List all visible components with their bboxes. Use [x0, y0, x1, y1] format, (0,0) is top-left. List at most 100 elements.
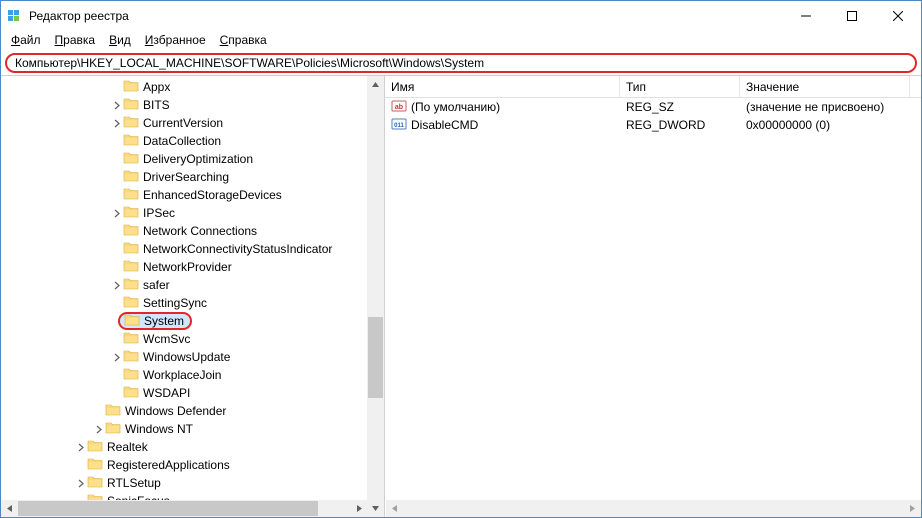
- tree-item[interactable]: IPSec: [1, 204, 367, 222]
- main-area: Appx BITS CurrentVersion DataCollection Deli…: [1, 75, 921, 517]
- tree-item[interactable]: WorkplaceJoin: [1, 366, 367, 384]
- chevron-right-icon[interactable]: [109, 278, 123, 292]
- tree-item-label: DriverSearching: [143, 170, 229, 184]
- value-name: DisableCMD: [411, 118, 478, 132]
- tree-item[interactable]: NetworkProvider: [1, 258, 367, 276]
- address-bar[interactable]: Компьютер\HKEY_LOCAL_MACHINE\SOFTWARE\Po…: [5, 53, 917, 73]
- tree-item[interactable]: Windows NT: [1, 420, 367, 438]
- chevron-right-icon[interactable]: [73, 440, 87, 454]
- tree-item-label: NetworkProvider: [143, 260, 232, 274]
- close-button[interactable]: [875, 1, 921, 31]
- value-type: REG_DWORD: [626, 118, 705, 132]
- value-data: 0x00000000 (0): [746, 118, 830, 132]
- folder-icon: [123, 240, 143, 259]
- menu-edit[interactable]: Правка: [49, 32, 102, 48]
- tree-item[interactable]: EnhancedStorageDevices: [1, 186, 367, 204]
- svg-text:011: 011: [394, 123, 404, 129]
- menu-favorites[interactable]: Избранное: [139, 32, 212, 48]
- tree-horizontal-scrollbar[interactable]: [1, 500, 368, 517]
- scroll-up-arrow-icon[interactable]: [367, 76, 384, 93]
- tree-item-label: NetworkConnectivityStatusIndicator: [143, 242, 332, 256]
- window-title: Редактор реестра: [29, 9, 129, 23]
- maximize-button[interactable]: [829, 1, 875, 31]
- tree-item[interactable]: System: [1, 312, 367, 330]
- tree-item-label: DataCollection: [143, 134, 221, 148]
- tree-item[interactable]: DriverSearching: [1, 168, 367, 186]
- scroll-thumb[interactable]: [368, 317, 383, 398]
- tree-vertical-scrollbar[interactable]: [367, 76, 384, 517]
- addressbar-container: Компьютер\HKEY_LOCAL_MACHINE\SOFTWARE\Po…: [1, 51, 921, 75]
- tree-view[interactable]: Appx BITS CurrentVersion DataCollection Deli…: [1, 76, 367, 517]
- scroll-thumb[interactable]: [18, 501, 318, 516]
- tree-item-label: RegisteredApplications: [107, 458, 230, 472]
- tree-item[interactable]: Windows Defender: [1, 402, 367, 420]
- folder-icon: [123, 204, 143, 223]
- scroll-down-arrow-icon[interactable]: [367, 500, 384, 517]
- tree-item[interactable]: RegisteredApplications: [1, 456, 367, 474]
- chevron-right-icon[interactable]: [91, 422, 105, 436]
- folder-icon: [123, 366, 143, 385]
- column-header-name[interactable]: Имя: [385, 76, 620, 97]
- tree-item[interactable]: BITS: [1, 96, 367, 114]
- column-header-value[interactable]: Значение: [740, 76, 910, 97]
- value-row[interactable]: ab(По умолчанию)REG_SZ(значение не присв…: [385, 98, 921, 116]
- tree-panel: Appx BITS CurrentVersion DataCollection Deli…: [1, 76, 385, 517]
- folder-icon: [123, 150, 143, 169]
- tree-item[interactable]: Appx: [1, 78, 367, 96]
- column-header-type[interactable]: Тип: [620, 76, 740, 97]
- tree-item-label: IPSec: [143, 206, 175, 220]
- tree-item[interactable]: SettingSync: [1, 294, 367, 312]
- value-row[interactable]: 011 DisableCMD REG_DWORD 0x00000000 (0): [385, 116, 921, 134]
- window-controls: [783, 1, 921, 31]
- value-name: (По умолчанию): [411, 100, 500, 114]
- folder-icon: [123, 114, 143, 133]
- tree-item[interactable]: NetworkConnectivityStatusIndicator: [1, 240, 367, 258]
- folder-icon: [123, 132, 143, 151]
- tree-item[interactable]: DataCollection: [1, 132, 367, 150]
- scroll-left-arrow-icon[interactable]: [386, 500, 403, 517]
- tree-item-label: EnhancedStorageDevices: [143, 188, 282, 202]
- tree-item[interactable]: WindowsUpdate: [1, 348, 367, 366]
- scroll-track[interactable]: [367, 93, 384, 500]
- folder-icon: [87, 474, 107, 493]
- values-list[interactable]: ab(По умолчанию)REG_SZ(значение не присв…: [385, 98, 921, 517]
- scroll-right-arrow-icon[interactable]: [904, 500, 921, 517]
- folder-icon: [105, 402, 125, 421]
- tree-item[interactable]: safer: [1, 276, 367, 294]
- tree-item[interactable]: Realtek: [1, 438, 367, 456]
- folder-icon: [123, 348, 143, 367]
- tree-item[interactable]: DeliveryOptimization: [1, 150, 367, 168]
- folder-icon: [123, 384, 143, 403]
- menu-view[interactable]: Вид: [103, 32, 137, 48]
- chevron-right-icon[interactable]: [109, 98, 123, 112]
- tree-item-label: Realtek: [107, 440, 148, 454]
- tree-item[interactable]: CurrentVersion: [1, 114, 367, 132]
- chevron-right-icon[interactable]: [73, 476, 87, 490]
- minimize-button[interactable]: [783, 1, 829, 31]
- tree-item-label: Appx: [143, 80, 170, 94]
- scroll-right-arrow-icon[interactable]: [351, 500, 368, 517]
- chevron-right-icon[interactable]: [109, 206, 123, 220]
- tree-item[interactable]: RTLSetup: [1, 474, 367, 492]
- menubar: Файл Правка Вид Избранное Справка: [1, 31, 921, 51]
- tree-item-label: WSDAPI: [143, 386, 190, 400]
- scroll-track[interactable]: [403, 500, 904, 517]
- folder-icon: [124, 312, 144, 331]
- tree-item-label: safer: [143, 278, 170, 292]
- folder-icon: [123, 186, 143, 205]
- chevron-right-icon[interactable]: [109, 116, 123, 130]
- tree-item[interactable]: WSDAPI: [1, 384, 367, 402]
- tree-item-label: CurrentVersion: [143, 116, 223, 130]
- svg-text:ab: ab: [395, 104, 403, 111]
- tree-item-label: Network Connections: [143, 224, 257, 238]
- menu-help[interactable]: Справка: [214, 32, 273, 48]
- scroll-track[interactable]: [18, 500, 351, 517]
- chevron-right-icon[interactable]: [109, 350, 123, 364]
- menu-file[interactable]: Файл: [5, 32, 47, 48]
- scroll-left-arrow-icon[interactable]: [1, 500, 18, 517]
- tree-item[interactable]: Network Connections: [1, 222, 367, 240]
- tree-item[interactable]: WcmSvc: [1, 330, 367, 348]
- folder-icon: [123, 294, 143, 313]
- tree-item-label: RTLSetup: [107, 476, 161, 490]
- values-horizontal-scrollbar[interactable]: [386, 500, 921, 517]
